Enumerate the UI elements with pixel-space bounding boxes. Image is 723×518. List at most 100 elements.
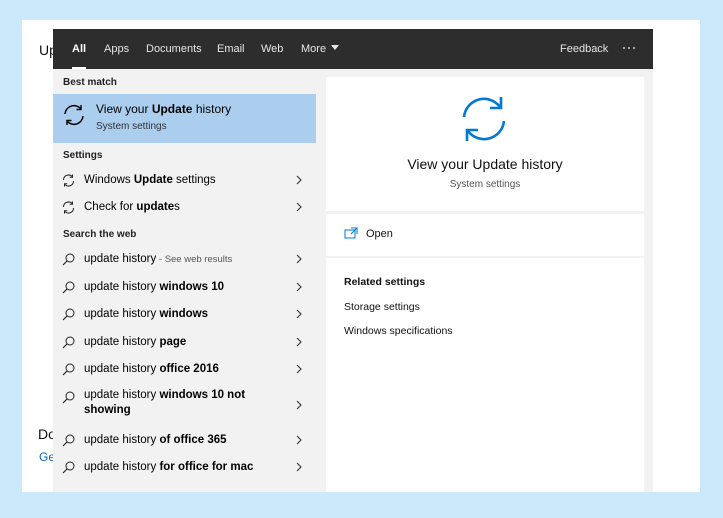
result-label: update history of office 365: [84, 434, 227, 446]
tab-documents[interactable]: Documents: [146, 29, 202, 69]
tab-email[interactable]: Email: [217, 29, 245, 69]
best-match-title: View your Update history: [96, 102, 231, 116]
search-web-heading: Search the web: [63, 229, 137, 240]
result-label-bold: Update: [133, 174, 173, 186]
ellipsis-dot: [633, 47, 635, 49]
web-result[interactable]: update history windows 10: [53, 274, 316, 301]
chevron-down-icon: [331, 45, 340, 50]
result-label: update history page: [84, 336, 186, 348]
search-icon: [62, 461, 75, 474]
web-result[interactable]: update history for office for mac: [53, 454, 316, 481]
chevron-right-icon: [296, 202, 302, 212]
result-label-part: settings: [172, 174, 216, 186]
result-label: Windows Update settings: [84, 174, 216, 186]
result-label: Check for updates: [84, 201, 180, 213]
web-result[interactable]: update history office 2016: [53, 356, 316, 383]
result-label: update history for office for mac: [84, 461, 253, 473]
result-label-bold: update: [136, 201, 175, 213]
result-label-part: Check for: [84, 201, 137, 213]
result-label: update history office 2016: [84, 363, 219, 375]
result-label-part: Windows: [84, 174, 134, 186]
refresh-icon: [63, 174, 74, 187]
related-settings-heading: Related settings: [344, 276, 426, 288]
result-label-bold: for office for mac: [159, 461, 254, 473]
ellipsis-dot: [628, 47, 630, 49]
chevron-right-icon: [296, 400, 302, 410]
open-label: Open: [366, 228, 393, 240]
best-match-title-part: history: [192, 102, 232, 116]
refresh-icon: [63, 201, 74, 214]
result-label-bold: of office 365: [159, 434, 227, 446]
chevron-right-icon: [296, 337, 302, 347]
result-label-part: update history: [84, 281, 160, 293]
search-icon: [62, 336, 75, 349]
chevron-right-icon: [296, 364, 302, 374]
chevron-right-icon: [296, 435, 302, 445]
result-label-bold: windows: [159, 308, 208, 320]
result-label-part: update history: [84, 336, 160, 348]
search-scope-bar: All Apps Documents Email Web More Feedba…: [53, 29, 653, 69]
search-icon: [62, 434, 75, 447]
settings-result[interactable]: Check for updates: [53, 194, 316, 221]
web-result[interactable]: update history - See web results: [53, 246, 316, 273]
more-options-button[interactable]: [622, 29, 638, 69]
best-match-subtitle: System settings: [96, 121, 167, 132]
preview-actions-card: Open: [326, 214, 644, 256]
result-label-part: update history: [84, 363, 160, 375]
result-label: update history windows 10 not showing: [84, 388, 274, 418]
chevron-right-icon: [296, 462, 302, 472]
search-panel: All Apps Documents Email Web More Feedba…: [53, 29, 653, 492]
result-label-part: s: [174, 201, 180, 213]
tab-more-label: More: [301, 43, 327, 55]
result-label: update history windows 10: [84, 281, 224, 293]
web-result[interactable]: update history of office 365: [53, 427, 316, 454]
search-icon: [62, 391, 75, 404]
preview-pane: View your Update history System settings…: [326, 77, 644, 492]
tab-web[interactable]: Web: [261, 29, 283, 69]
best-match-title-bold: Update: [151, 102, 193, 116]
web-result[interactable]: update history windows 10 not showing: [53, 384, 316, 426]
chevron-right-icon: [296, 282, 302, 292]
result-label-bold: page: [159, 336, 187, 348]
result-label-part: update history: [84, 434, 160, 446]
result-label-part: update history: [84, 389, 160, 401]
preview-subtitle: System settings: [449, 179, 521, 190]
result-label-part: update history: [84, 253, 157, 265]
preview-title: View your Update history: [407, 156, 563, 172]
related-link-storage-settings[interactable]: Storage settings: [344, 301, 420, 313]
preview-header-card: View your Update history System settings: [326, 77, 644, 211]
best-match-heading: Best match: [63, 77, 117, 88]
result-label: update history windows: [84, 308, 208, 320]
result-label-bold: office 2016: [159, 363, 219, 375]
feedback-link[interactable]: Feedback: [560, 29, 608, 69]
chevron-right-icon: [296, 175, 302, 185]
see-web-results-hint: - See web results: [156, 254, 233, 265]
search-icon: [62, 253, 75, 266]
result-label-bold: windows 10: [159, 281, 224, 293]
search-icon: [62, 281, 75, 294]
open-external-icon: [344, 227, 358, 239]
settings-heading: Settings: [63, 150, 103, 161]
related-settings-card: Related settings Storage settings Window…: [326, 258, 644, 492]
tab-more[interactable]: More: [301, 29, 340, 69]
chevron-right-icon: [296, 309, 302, 319]
refresh-icon: [462, 97, 506, 141]
search-icon: [62, 308, 75, 321]
open-button[interactable]: Open: [326, 214, 644, 256]
results-list: Best match View your Update history Syst…: [53, 69, 316, 492]
search-icon: [62, 363, 75, 376]
related-link-windows-specifications[interactable]: Windows specifications: [344, 325, 453, 337]
web-result[interactable]: update history page: [53, 329, 316, 356]
result-label-part: update history: [84, 308, 160, 320]
refresh-icon: [64, 104, 84, 126]
ellipsis-icon: [623, 47, 625, 49]
tab-all[interactable]: All: [72, 29, 87, 69]
best-match-item[interactable]: View your Update history System settings: [53, 94, 316, 143]
chevron-right-icon: [296, 254, 302, 264]
result-label: update history - See web results: [84, 253, 232, 265]
tab-apps[interactable]: Apps: [104, 29, 129, 69]
result-label-part: update history: [84, 461, 160, 473]
settings-result[interactable]: Windows Update settings: [53, 167, 316, 194]
web-result[interactable]: update history windows: [53, 301, 316, 328]
best-match-title-part: View your: [96, 102, 152, 116]
